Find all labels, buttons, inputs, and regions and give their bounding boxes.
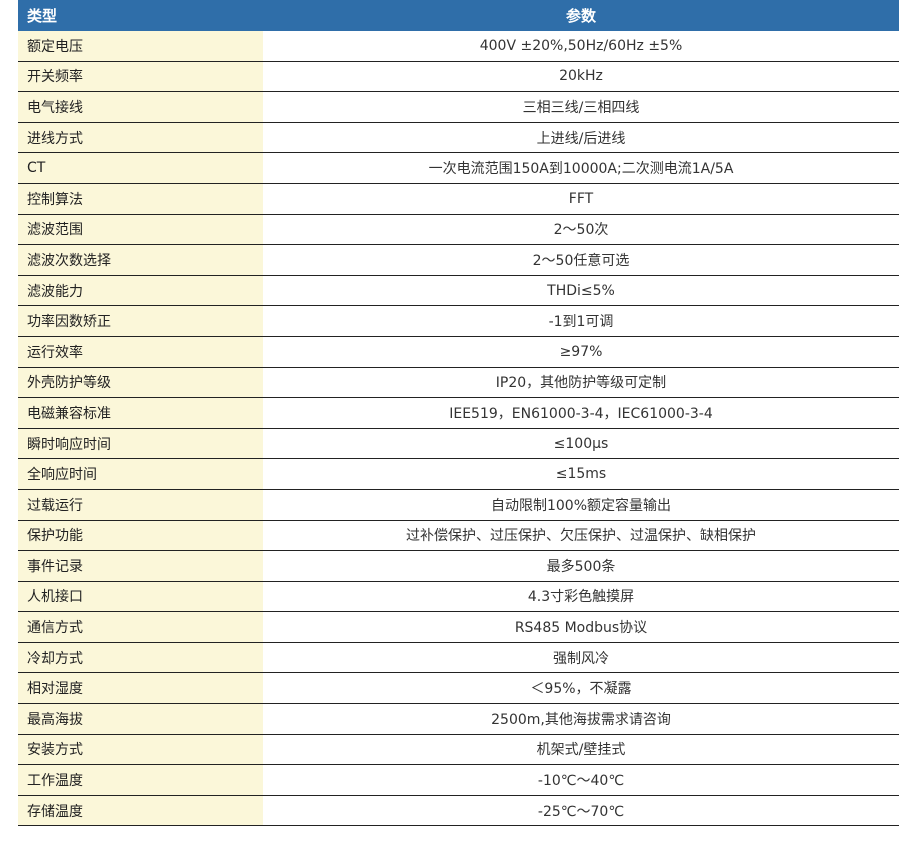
table-row: 电气接线 三相三线/三相四线 (18, 92, 899, 123)
row-type-label: 冷却方式 (18, 642, 263, 673)
row-param-value: -1到1可调 (548, 314, 614, 331)
row-param-value: 机架式/壁挂式 (536, 742, 626, 759)
table-row: 保护功能 过补偿保护、过压保护、欠压保护、过温保护、缺相保护 (18, 520, 899, 552)
row-param-value: 强制风冷 (553, 650, 609, 667)
row-param-value: 自动限制100%额定容量输出 (490, 497, 672, 514)
row-param-value: 20kHz (559, 68, 603, 85)
row-type-label: 电磁兼容标准 (18, 398, 263, 428)
row-param-value: ≤100μs (553, 435, 609, 452)
row-param-value: 一次电流范围150A到10000A;二次测电流1A/5A (428, 161, 734, 178)
row-param-value: 2500m,其他海拔需求请咨询 (491, 711, 671, 728)
table-header: 类型 参数 (18, 0, 899, 31)
table-row: 额定电压 400V ±20%,50Hz/60Hz ±5% (18, 31, 899, 62)
row-type-label: 存储温度 (18, 795, 263, 826)
row-type-label: 安装方式 (18, 734, 263, 765)
table-row: 功率因数矫正 -1到1可调 (18, 306, 899, 337)
row-type-label: 事件记录 (18, 551, 263, 581)
table-row: 滤波能力 THDi≤5% (18, 275, 899, 307)
table-row: CT 一次电流范围150A到10000A;二次测电流1A/5A (18, 153, 899, 184)
table-row: 过载运行 自动限制100%额定容量输出 (18, 489, 899, 521)
table-row: 开关频率 20kHz (18, 61, 899, 93)
row-type-label: 开关频率 (18, 61, 263, 92)
header-type: 类型 (27, 7, 58, 25)
row-param-value: ≤15ms (555, 466, 607, 483)
row-param-value: -10℃～40℃ (537, 773, 625, 790)
table-row: 安装方式 机架式/壁挂式 (18, 734, 899, 766)
row-param-value: 400V ±20%,50Hz/60Hz ±5% (479, 37, 683, 54)
table-row: 运行效率 ≥97% (18, 336, 899, 368)
row-type-label: 最高海拔 (18, 704, 263, 734)
table-row: 存储温度 -25℃～70℃ (18, 795, 899, 827)
row-param-value: 过补偿保护、过压保护、欠压保护、过温保护、缺相保护 (406, 528, 756, 545)
row-type-label: 额定电压 (18, 31, 263, 61)
row-type-label: 控制算法 (18, 183, 263, 214)
table-row: 相对湿度 ＜95%，不凝露 (18, 673, 899, 705)
spec-table: 类型 参数 额定电压 400V ±20%,50Hz/60Hz ±5% 开关频率 20k… (18, 0, 899, 827)
table-row: 进线方式 上进线/后进线 (18, 122, 899, 154)
row-param-value: IEE519，EN61000-3-4，IEC61000-3-4 (449, 405, 713, 422)
row-type-label: 电气接线 (18, 92, 263, 122)
row-param-value: ＜95%，不凝露 (530, 681, 632, 698)
row-type-label: 相对湿度 (18, 673, 263, 704)
table-row: 滤波次数选择 2～50任意可选 (18, 245, 899, 276)
table-row: 人机接口 4.3寸彩色触摸屏 (18, 581, 899, 613)
row-type-label: 滤波范围 (18, 214, 263, 245)
row-param-value: 最多500条 (546, 558, 616, 575)
table-row: 冷却方式 强制风冷 (18, 642, 899, 674)
row-type-label: 保护功能 (18, 520, 263, 551)
row-type-label: 功率因数矫正 (18, 306, 263, 336)
row-param-value: RS485 Modbus协议 (514, 620, 648, 637)
row-type-label: 滤波能力 (18, 275, 263, 306)
row-type-label: 人机接口 (18, 581, 263, 612)
row-type-label: 通信方式 (18, 612, 263, 642)
row-type-label: 工作温度 (18, 765, 263, 795)
table-row: 电磁兼容标准 IEE519，EN61000-3-4，IEC61000-3-4 (18, 398, 899, 429)
row-param-value: THDi≤5% (547, 282, 615, 299)
row-type-label: 全响应时间 (18, 459, 263, 489)
table-body: 额定电压 400V ±20%,50Hz/60Hz ±5% 开关频率 20kHz 电气接线… (18, 31, 899, 827)
table-row: 控制算法 FFT (18, 183, 899, 215)
row-param-value: 2～50次 (553, 222, 609, 239)
row-type-label: CT (18, 153, 263, 183)
table-row: 通信方式 RS485 Modbus协议 (18, 612, 899, 643)
table-row: 事件记录 最多500条 (18, 551, 899, 582)
row-type-label: 进线方式 (18, 122, 263, 153)
table-row: 滤波范围 2～50次 (18, 214, 899, 246)
row-param-value: 4.3寸彩色触摸屏 (527, 589, 635, 606)
row-param-value: 2～50任意可选 (532, 252, 630, 269)
row-type-label: 瞬时响应时间 (18, 428, 263, 459)
row-type-label: 运行效率 (18, 336, 263, 367)
table-row: 最高海拔 2500m,其他海拔需求请咨询 (18, 704, 899, 735)
header-param: 参数 (565, 7, 596, 25)
row-param-value: -25℃～70℃ (537, 803, 625, 820)
row-param-value: 三相三线/三相四线 (522, 99, 640, 116)
table-row: 瞬时响应时间 ≤100μs (18, 428, 899, 460)
row-param-value: FFT (568, 190, 594, 207)
table-row: 外壳防护等级 IP20，其他防护等级可定制 (18, 367, 899, 399)
row-param-value: 上进线/后进线 (536, 130, 626, 147)
table-row: 全响应时间 ≤15ms (18, 459, 899, 490)
row-type-label: 外壳防护等级 (18, 367, 263, 398)
row-param-value: IP20，其他防护等级可定制 (495, 375, 667, 392)
table-row: 工作温度 -10℃～40℃ (18, 765, 899, 796)
row-type-label: 滤波次数选择 (18, 245, 263, 275)
row-type-label: 过载运行 (18, 489, 263, 520)
row-param-value: ≥97% (559, 343, 603, 360)
